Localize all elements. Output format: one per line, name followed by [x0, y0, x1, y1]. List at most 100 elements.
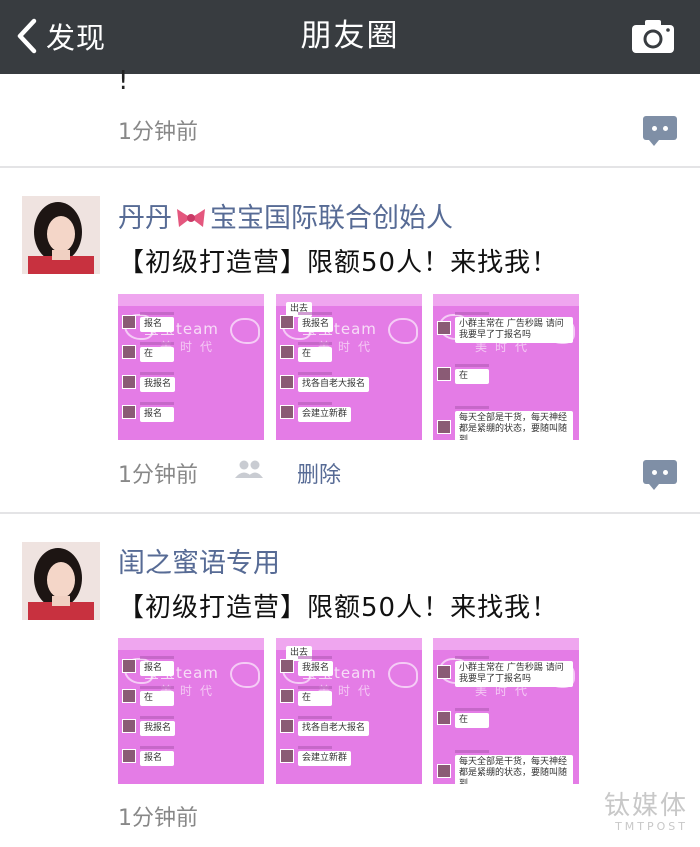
comment-icon[interactable] — [643, 460, 677, 490]
image-status-bar — [433, 294, 579, 306]
post-image[interactable]: 美时代 小群主常在 广告秒踢 请问我要早了丁报名吗在每天全部是干货，每天神经都是紧… — [433, 294, 579, 440]
post-image[interactable]: 宝宝team 美时代 出去 我报名在找各自老大报名 会建立新群 — [276, 294, 422, 440]
bow-icon — [177, 209, 205, 227]
chat-sender-line — [455, 406, 489, 409]
chat-sender-line — [455, 708, 489, 711]
chat-message: 在 — [122, 342, 174, 362]
chat-bubble: 会建立新群 — [298, 407, 352, 422]
chat-message: 我报名 — [280, 312, 334, 332]
chat-bubble: 在 — [140, 691, 174, 706]
chat-avatar — [280, 659, 294, 673]
post-author-name[interactable]: 丹丹 宝宝国际联合创始人 — [118, 196, 453, 235]
chat-avatar — [122, 719, 136, 733]
chat-avatar — [122, 749, 136, 763]
chat-avatar — [437, 367, 451, 381]
previous-post-text: ! — [118, 66, 129, 96]
post-image[interactable]: 宝宝team 美时代 出去 我报名在找各自老大报名 会建立新群 — [276, 638, 422, 784]
wing-decoration — [230, 318, 260, 344]
image-status-bar — [118, 294, 264, 306]
author-name-part1: 丹丹 — [118, 203, 172, 234]
chat-message: 报名 — [122, 402, 174, 422]
chat-message: 我报名 — [122, 372, 176, 392]
chat-message-body: 每天全部是干货，每天神经都是紧绷的状态，要随叫随到 — [451, 750, 573, 784]
author-name-part2: 宝宝国际联合创始人 — [210, 203, 453, 234]
chat-message-body: 在 — [294, 342, 332, 362]
chat-message-body: 每天全部是干货，每天神经都是紧绷的状态，要随叫随到 — [451, 406, 573, 440]
chat-bubble: 我报名 — [298, 661, 334, 676]
chat-sender-line — [298, 372, 332, 375]
camera-icon[interactable] — [630, 16, 676, 56]
chat-message-body: 在 — [451, 364, 489, 384]
chat-message-body: 我报名 — [294, 656, 334, 676]
chat-message-body: 在 — [294, 686, 332, 706]
chat-message: 我报名 — [122, 716, 176, 736]
previous-post-timestamp: 1分钟前 — [118, 120, 198, 145]
chat-bubble: 会建立新群 — [298, 751, 352, 766]
chat-sender-line — [140, 746, 174, 749]
chat-message-body: 报名 — [136, 746, 174, 766]
chat-message-body: 我报名 — [136, 716, 176, 736]
chat-sender-line — [298, 656, 332, 659]
chat-message: 会建立新群 — [280, 402, 352, 422]
chat-avatar — [280, 405, 294, 419]
chat-message: 小群主常在 广告秒踢 请问我要早了丁报名吗 — [437, 656, 573, 687]
chat-message-body: 找各自老大报名 — [294, 372, 370, 392]
wing-decoration — [388, 662, 418, 688]
chat-sender-line — [140, 656, 174, 659]
chat-avatar — [122, 405, 136, 419]
chat-message: 会建立新群 — [280, 746, 352, 766]
chat-message: 报名 — [122, 656, 174, 676]
chat-sender-line — [140, 342, 174, 345]
post-image[interactable]: 美时代 小群主常在 广告秒踢 请问我要早了丁报名吗在每天全部是干货，每天神经都是紧… — [433, 638, 579, 784]
chat-bubble: 在 — [455, 369, 489, 384]
chat-message: 在 — [437, 708, 489, 728]
chat-message-body: 报名 — [136, 656, 174, 676]
chat-avatar — [437, 320, 451, 335]
chat-bubble: 报名 — [140, 407, 174, 422]
divider — [0, 512, 700, 514]
delete-link[interactable]: 删除 — [297, 457, 341, 489]
privacy-friends-icon — [235, 460, 263, 478]
chat-bubble: 小群主常在 广告秒踢 请问我要早了丁报名吗 — [455, 317, 573, 343]
chat-message: 我报名 — [280, 656, 334, 676]
chat-message: 在 — [280, 342, 332, 362]
chat-avatar — [122, 659, 136, 673]
chat-bubble: 在 — [298, 347, 332, 362]
chat-message: 小群主常在 广告秒踢 请问我要早了丁报名吗 — [437, 312, 573, 343]
chat-message-body: 我报名 — [136, 372, 176, 392]
comment-icon[interactable] — [643, 116, 677, 146]
chat-message: 找各自老大报名 — [280, 372, 370, 392]
post-text: 【初级打造营】限额50人！来找我！ — [118, 248, 559, 278]
chat-bubble: 在 — [298, 691, 332, 706]
chat-sender-line — [298, 312, 332, 315]
post-image[interactable]: 宝宝team 美时代 报名在我报名 报名 — [118, 294, 264, 440]
chat-avatar — [280, 315, 294, 329]
chat-bubble: 找各自老大报名 — [298, 721, 370, 736]
avatar[interactable] — [22, 196, 100, 274]
chat-sender-line — [140, 312, 174, 315]
chat-message-body: 报名 — [136, 312, 174, 332]
chat-sender-line — [455, 750, 489, 753]
chat-avatar — [122, 689, 136, 703]
chat-message-body: 小群主常在 广告秒踢 请问我要早了丁报名吗 — [451, 656, 573, 687]
wing-decoration — [388, 318, 418, 344]
chat-message-body: 我报名 — [294, 312, 334, 332]
chat-message-body: 会建立新群 — [294, 402, 352, 422]
chat-message: 找各自老大报名 — [280, 716, 370, 736]
post-image[interactable]: 宝宝team 美时代 报名在我报名 报名 — [118, 638, 264, 784]
chat-bubble: 在 — [140, 347, 174, 362]
wing-decoration — [230, 662, 260, 688]
chat-message: 在 — [280, 686, 332, 706]
chat-avatar — [280, 749, 294, 763]
chat-sender-line — [298, 686, 332, 689]
chat-avatar — [122, 375, 136, 389]
chat-message: 报名 — [122, 312, 174, 332]
avatar[interactable] — [22, 542, 100, 620]
chat-sender-line — [455, 312, 489, 315]
chat-avatar — [280, 345, 294, 359]
post-author-name[interactable]: 闺之蜜语专用 — [118, 541, 280, 580]
navbar: 发现 朋友圈 — [0, 0, 700, 74]
post-timestamp: 1分钟前 — [118, 463, 198, 488]
chat-avatar — [122, 315, 136, 329]
divider — [0, 166, 700, 168]
